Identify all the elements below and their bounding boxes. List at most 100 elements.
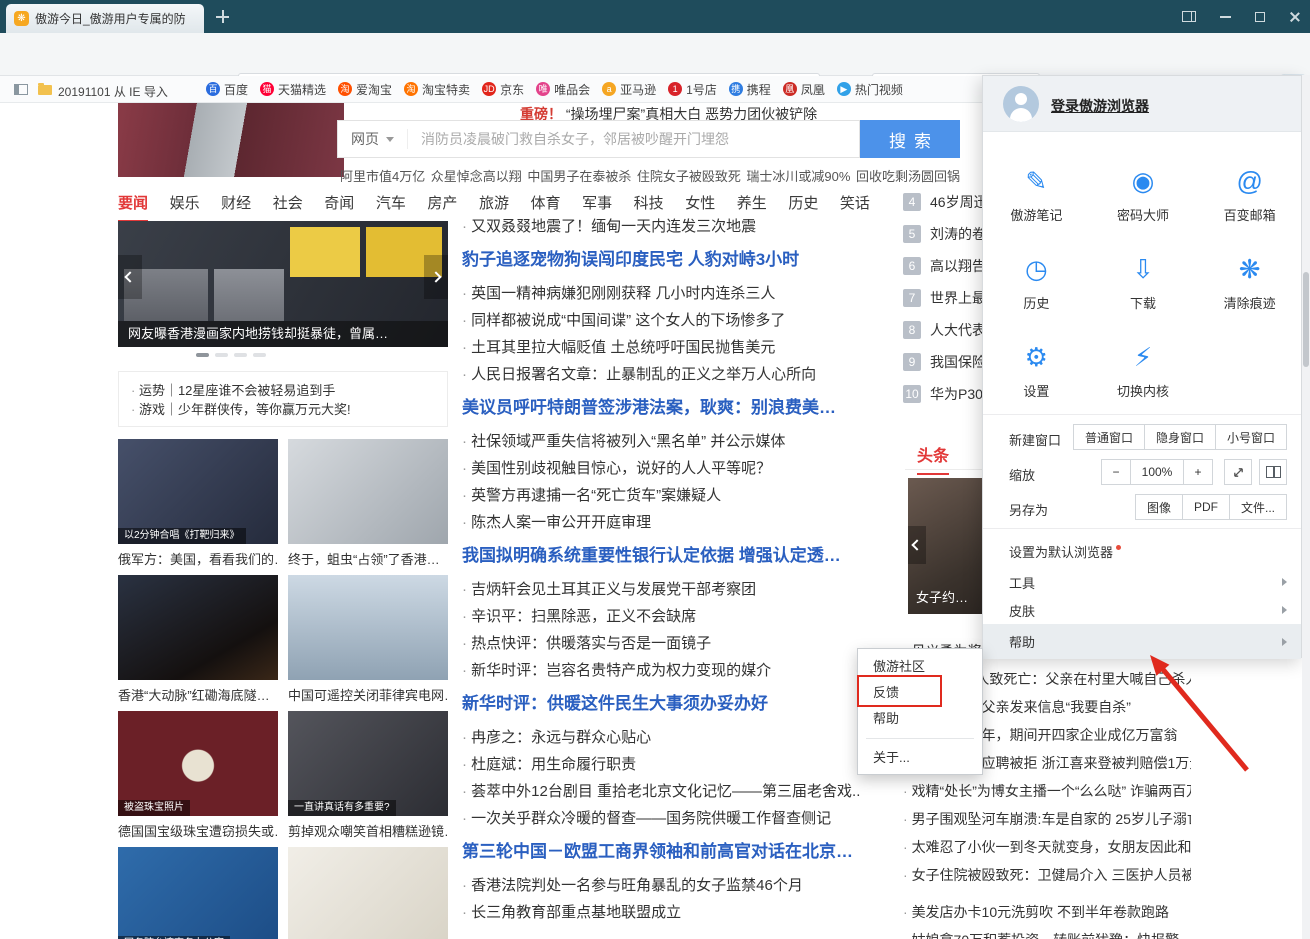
bookmark-item[interactable]: 淘 淘宝特卖: [404, 81, 470, 98]
tools-menu-item[interactable]: 工具: [983, 568, 1301, 596]
page-search-box[interactable]: 网页 消防员凌晨破门救自杀女子，邻居被吵醒开门埋怨: [337, 120, 860, 158]
photo-card-image[interactable]: 一直讲真话有多重要?: [288, 711, 448, 816]
nav-tab[interactable]: 社会: [273, 192, 303, 223]
scrollbar-thumb[interactable]: [1303, 272, 1309, 367]
close-button[interactable]: [1289, 11, 1300, 22]
save-as-option-button[interactable]: 文件...: [1229, 494, 1287, 520]
menu-app-item[interactable]: @ 百变邮箱: [1224, 166, 1276, 224]
submenu-help[interactable]: 帮助: [858, 706, 982, 732]
photo-card-image[interactable]: [288, 847, 448, 939]
headline-link[interactable]: 英警方再逮捕一名“死亡货车”案嫌疑人: [462, 482, 872, 509]
headline-link[interactable]: 社保领域严重失信将被列入“黑名单” 并公示媒体: [462, 428, 872, 455]
split-view-button[interactable]: [1259, 459, 1287, 485]
menu-app-item[interactable]: ⚙ 设置: [1023, 342, 1049, 400]
minimize-button[interactable]: [1220, 16, 1231, 18]
hotword-link[interactable]: 住院女子被殴致死: [637, 166, 741, 185]
menu-app-item[interactable]: ◷ 历史: [1023, 254, 1049, 312]
photo-card-caption[interactable]: 俄军方：美国，看看我们的…: [118, 549, 278, 567]
news-link[interactable]: 美发店办卡10元洗剪吹 不到半年卷款跑路: [903, 898, 1191, 926]
bookmark-item[interactable]: 1 1号店: [668, 81, 717, 98]
nav-tab[interactable]: 财经: [221, 192, 251, 223]
photo-card-image[interactable]: 以2分钟合唱《打靶归来》: [118, 439, 278, 544]
photo-card[interactable]: 中国可遥控关闭菲律宾电网…: [288, 575, 448, 703]
hotword-link[interactable]: 众星悼念高以翔: [431, 166, 522, 185]
set-default-browser-item[interactable]: 设置为默认浏览器: [983, 536, 1301, 566]
maximize-button[interactable]: [1255, 12, 1265, 22]
headline-link[interactable]: 土耳其里拉大幅贬值 土总统呼吁国民抛售美元: [462, 334, 872, 361]
login-link[interactable]: 登录傲游浏览器: [1051, 96, 1149, 116]
photo-card-caption[interactable]: 终于，蛆虫“占领”了香港…: [288, 549, 448, 567]
headline-link[interactable]: 荟萃中外12台剧目 重拾老北京文化记忆——第三届老舍戏..: [462, 778, 872, 805]
headline-link[interactable]: 豹子追逐宠物狗误闯印度民宅 人豹对峙3小时: [462, 240, 872, 280]
new-tab-button[interactable]: [216, 10, 229, 23]
zoom-out-button[interactable]: −: [1101, 459, 1131, 485]
quick-link[interactable]: 运势｜12星座谁不会被轻易追到手: [131, 380, 435, 399]
menu-app-item[interactable]: ⇩ 下载: [1130, 254, 1156, 312]
new-window-option-button[interactable]: 普通窗口: [1073, 424, 1145, 450]
bookmark-item[interactable]: a 亚马逊: [602, 81, 656, 98]
carousel-dot[interactable]: [196, 353, 209, 357]
photo-card-image[interactable]: [118, 575, 278, 680]
photo-card[interactable]: 以2分钟合唱《打靶归来》 俄军方：美国，看看我们的…: [118, 439, 278, 567]
nav-tab[interactable]: 房产: [427, 192, 457, 223]
headline-link[interactable]: 人民日报署名文章：止暴制乱的正义之举万人心所向: [462, 361, 872, 388]
news-carousel[interactable]: 网友曝香港漫画家内地捞钱却挺暴徒，曾属…: [118, 221, 448, 347]
search-submit-button[interactable]: 搜索: [860, 120, 960, 158]
save-as-option-button[interactable]: 图像: [1135, 494, 1183, 520]
hotword-link[interactable]: 中国男子在泰被杀: [527, 166, 631, 185]
hotword-link[interactable]: 回收吃剩汤圆回锅: [856, 166, 960, 185]
photo-card-caption[interactable]: 中国可遥控关闭菲律宾电网…: [288, 685, 448, 703]
headline-link[interactable]: 冉彦之：永远与群众心贴心: [462, 724, 872, 751]
photo-card-image[interactable]: [288, 575, 448, 680]
avatar[interactable]: [1003, 86, 1039, 122]
carousel-dots[interactable]: [196, 353, 266, 357]
new-window-option-button[interactable]: 隐身窗口: [1144, 424, 1216, 450]
news-link[interactable]: 男子围观坠河车崩溃:车是自家的 25岁儿子溺亡: [903, 805, 1191, 833]
search-input[interactable]: 消防员凌晨破门救自杀女子，邻居被吵醒开门埋怨: [408, 129, 859, 149]
bookmark-item[interactable]: 凰 凤凰: [783, 81, 825, 98]
carousel-caption[interactable]: 网友曝香港漫画家内地捞钱却挺暴徒，曾属…: [118, 321, 448, 347]
news-link[interactable]: 戏精“处长”为博女主播一个“么么哒” 诈骗两百万: [903, 777, 1191, 805]
hotword-link[interactable]: 瑞士冰川或减90%: [746, 166, 850, 185]
submenu-feedback[interactable]: 反馈: [858, 680, 982, 706]
menu-app-item[interactable]: ◉ 密码大师: [1117, 166, 1169, 224]
bookmark-item[interactable]: 唯 唯品会: [536, 81, 590, 98]
headline-link[interactable]: 又双叒叕地震了！缅甸一天内连发三次地震: [462, 213, 872, 240]
photo-card-image[interactable]: [288, 439, 448, 544]
photo-card-caption[interactable]: 剪掉观众嘲笑首相糟糕逊镜…: [288, 821, 448, 839]
headline-link[interactable]: 美国性别歧视触目惊心，说好的人人平等呢？: [462, 455, 872, 482]
zoom-in-button[interactable]: +: [1183, 459, 1213, 485]
news-link[interactable]: 姑娘拿70万积蓄投资，转账前犹豫：快报警: [903, 926, 1191, 939]
bookmark-item[interactable]: JD 京东: [482, 81, 524, 98]
browser-tab[interactable]: ❋ 傲游今日_傲游用户专属的防: [6, 4, 204, 33]
skin-menu-item[interactable]: 皮肤: [983, 596, 1301, 624]
nav-tab[interactable]: 奇闻: [324, 192, 354, 223]
headline-link[interactable]: 新华时评：供暖这件民生大事须办妥办好: [462, 684, 872, 724]
headline-link[interactable]: 美议员呼吁特朗普签涉港法案，耿爽：别浪费美…: [462, 388, 872, 428]
nav-tab[interactable]: 娱乐: [170, 192, 200, 223]
photo-card[interactable]: 一直讲真话有多重要? 剪掉观众嘲笑首相糟糕逊镜…: [288, 711, 448, 839]
photo-card-image[interactable]: 被盗珠宝照片: [118, 711, 278, 816]
headline-link[interactable]: 长三角教育部重点基地联盟成立: [462, 899, 872, 926]
carousel-dot[interactable]: [253, 353, 266, 357]
photo-card[interactable]: 香港“大动脉”红磡海底隧…: [118, 575, 278, 703]
bookmark-item[interactable]: 携 携程: [729, 81, 771, 98]
bookmark-item[interactable]: 猫 天猫精选: [260, 81, 326, 98]
hotword-link[interactable]: 阿里市值4万亿: [340, 166, 425, 185]
photo-card-caption[interactable]: 香港“大动脉”红磡海底隧…: [118, 685, 278, 703]
bookmark-item[interactable]: ▶ 热门视频: [837, 81, 903, 98]
headline-link[interactable]: 辛识平：扫黑除恶，正义不会缺席: [462, 603, 872, 630]
sidebar-toggle-icon[interactable]: [14, 84, 28, 95]
headline-link[interactable]: 第三轮中国－欧盟工商界领袖和前高官对话在北京…: [462, 832, 872, 872]
new-window-option-button[interactable]: 小号窗口: [1215, 424, 1287, 450]
photo-card-image[interactable]: 国务院台湾事务办公室: [118, 847, 278, 939]
search-scope-dropdown[interactable]: 网页: [338, 129, 408, 149]
layout-toggle-icon[interactable]: [1182, 11, 1196, 22]
photo-card-caption[interactable]: 德国国宝级珠宝遭窃损失或…: [118, 821, 278, 839]
help-menu-item[interactable]: 帮助: [983, 624, 1301, 659]
bookmark-item[interactable]: 淘 爱淘宝: [338, 81, 392, 98]
scrollbar[interactable]: [1302, 75, 1310, 939]
headline-link[interactable]: 一次关乎群众冷暖的督查——国务院供暖工作督查侧记: [462, 805, 872, 832]
photo-prev-icon[interactable]: [908, 526, 926, 564]
photo-card[interactable]: 终于，蛆虫“占领”了香港…: [288, 439, 448, 567]
